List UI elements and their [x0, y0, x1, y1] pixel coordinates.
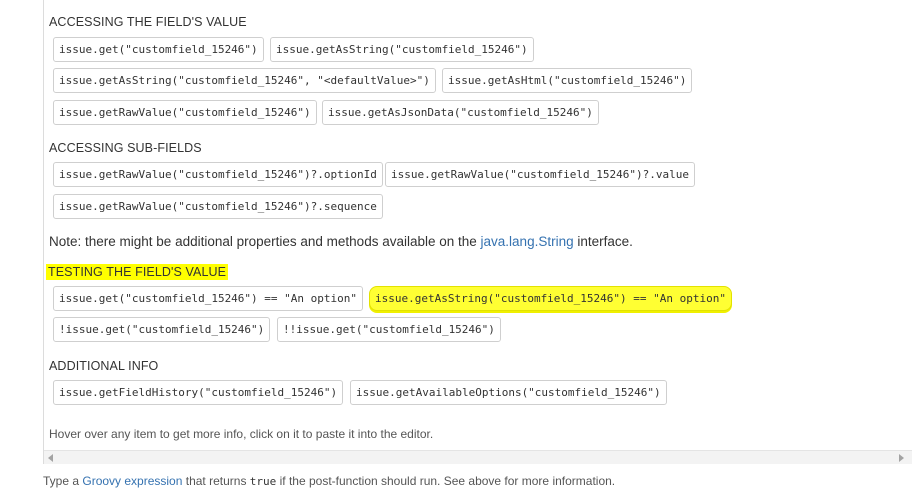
hover-hint: Hover over any item to get more info, cl… [49, 427, 434, 441]
section-heading-testing-value: TESTING THE FIELD'S VALUE [46, 264, 229, 280]
footer-suffix: if the post-function should run. See abo… [276, 474, 616, 488]
horizontal-scrollbar[interactable] [44, 450, 912, 464]
snippet-get-raw-value[interactable]: issue.getRawValue("customfield_15246") [53, 100, 317, 125]
snippet-get-as-html[interactable]: issue.getAsHtml("customfield_15246") [442, 68, 693, 93]
note-suffix: interface. [573, 234, 633, 249]
note-prefix: Note: there might be additional properti… [49, 234, 481, 249]
section-heading-sub-fields: ACCESSING SUB-FIELDS [49, 141, 202, 155]
scroll-left-arrow-icon[interactable] [48, 454, 53, 462]
snippet-raw-option-id[interactable]: issue.getRawValue("customfield_15246")?.… [53, 162, 383, 187]
snippet-list: ACCESSING THE FIELD'S VALUE issue.get("c… [44, 0, 912, 450]
snippet-get[interactable]: issue.get("customfield_15246") [53, 37, 264, 62]
java-lang-string-link[interactable]: java.lang.String [481, 234, 574, 249]
snippet-get-field-history[interactable]: issue.getFieldHistory("customfield_15246… [53, 380, 344, 405]
snippet-not-get[interactable]: !issue.get("customfield_15246") [53, 317, 271, 342]
snippet-panel: ACCESSING THE FIELD'S VALUE issue.get("c… [43, 0, 912, 464]
snippet-get-equals-option[interactable]: issue.get("customfield_15246") == "An op… [53, 286, 364, 311]
heading-highlight: TESTING THE FIELD'S VALUE [46, 264, 229, 280]
scroll-right-arrow-icon[interactable] [899, 454, 904, 462]
section-heading-accessing-value: ACCESSING THE FIELD'S VALUE [49, 15, 247, 29]
string-interface-note: Note: there might be additional properti… [49, 234, 633, 249]
snippet-get-as-string-equals-option[interactable]: issue.getAsString("customfield_15246") =… [369, 286, 732, 311]
snippet-raw-value[interactable]: issue.getRawValue("customfield_15246")?.… [385, 162, 696, 187]
footer-prefix: Type a [43, 474, 83, 488]
snippet-get-as-json-data[interactable]: issue.getAsJsonData("customfield_15246") [322, 100, 599, 125]
snippet-double-not-get[interactable]: !!issue.get("customfield_15246") [277, 317, 501, 342]
expression-help-text: Type a Groovy expression that returns tr… [43, 474, 615, 488]
section-heading-additional-info: ADDITIONAL INFO [49, 359, 159, 373]
snippet-get-as-string[interactable]: issue.getAsString("customfield_15246") [270, 37, 534, 62]
groovy-expression-link[interactable]: Groovy expression [82, 474, 182, 488]
true-keyword: true [249, 475, 277, 488]
snippet-get-as-string-default[interactable]: issue.getAsString("customfield_15246", "… [53, 68, 436, 93]
snippet-get-available-options[interactable]: issue.getAvailableOptions("customfield_1… [350, 380, 667, 405]
snippet-raw-sequence[interactable]: issue.getRawValue("customfield_15246")?.… [53, 194, 383, 219]
footer-middle: that returns [182, 474, 250, 488]
